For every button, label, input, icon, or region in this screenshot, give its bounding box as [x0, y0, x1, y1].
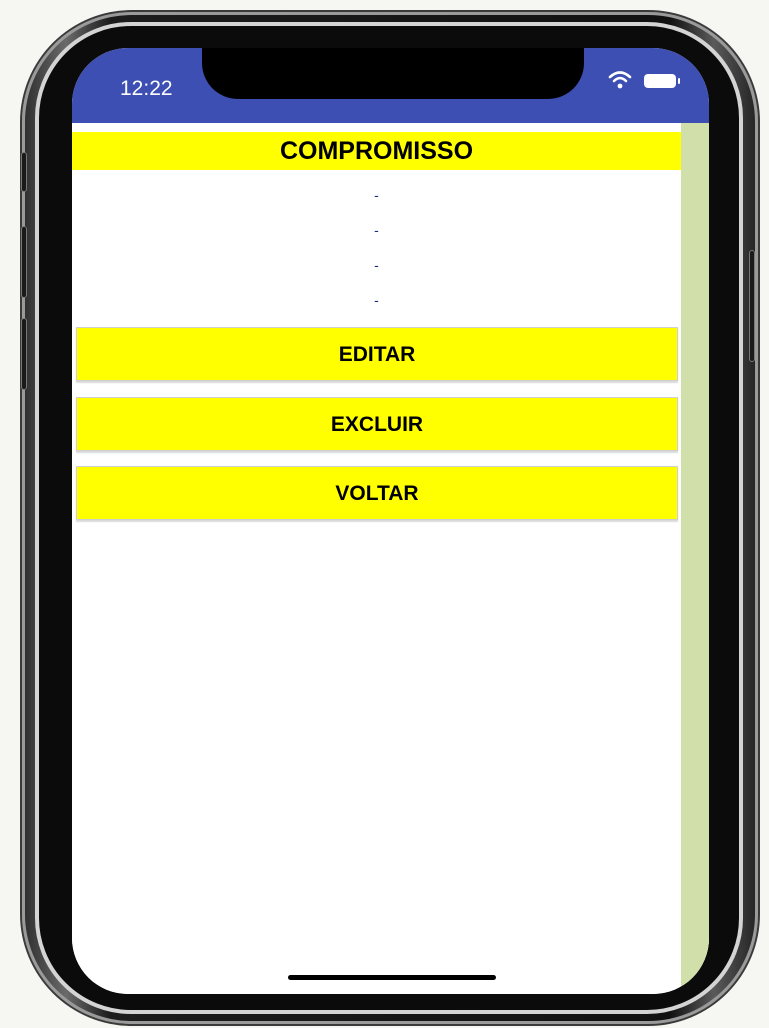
battery-icon: [644, 74, 680, 88]
wifi-icon: [608, 71, 632, 89]
edit-button[interactable]: EDITAR: [76, 327, 678, 381]
phone-screen: 12:22 COMPROMISSO - - - - EDITAR EXCLUIR…: [72, 48, 709, 994]
detail-line-4: -: [374, 292, 379, 308]
back-button[interactable]: VOLTAR: [76, 466, 678, 520]
status-time: 12:22: [120, 77, 173, 100]
delete-button[interactable]: EXCLUIR: [76, 397, 678, 451]
home-indicator[interactable]: [288, 975, 496, 980]
notch: [202, 48, 584, 99]
detail-line-3: -: [374, 257, 379, 273]
silent-switch: [21, 152, 27, 192]
status-bar: 12:22: [72, 48, 709, 123]
volume-down-button: [21, 318, 27, 390]
page-title: COMPROMISSO: [72, 132, 681, 170]
app-content: COMPROMISSO - - - - EDITAR EXCLUIR VOLTA…: [72, 123, 709, 994]
detail-line-1: -: [374, 187, 379, 203]
detail-line-2: -: [374, 222, 379, 238]
side-strip: [681, 123, 709, 994]
power-button: [749, 250, 755, 362]
volume-up-button: [21, 226, 27, 298]
